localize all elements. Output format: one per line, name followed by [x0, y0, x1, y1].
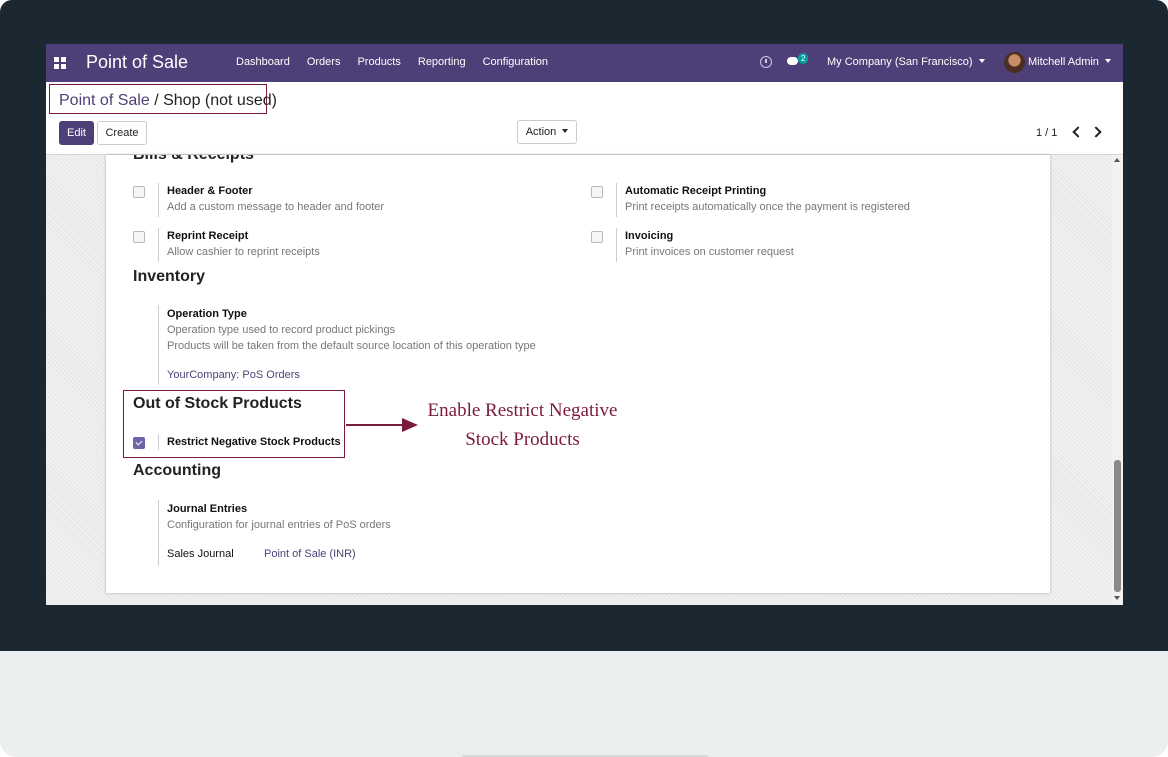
journal-entries-desc: Configuration for journal entries of PoS…	[167, 519, 391, 531]
user-avatar[interactable]	[1004, 52, 1025, 73]
messages-icon[interactable]	[787, 57, 798, 65]
edit-button[interactable]: Edit	[59, 121, 94, 145]
main-menu: Dashboard Orders Products Reporting Conf…	[236, 56, 548, 68]
operation-type-label: Operation Type	[167, 308, 247, 320]
out-of-stock-highlight-box	[123, 390, 345, 458]
menu-configuration[interactable]: Configuration	[483, 56, 548, 68]
setting-divider	[158, 228, 159, 262]
annotation-arrow-head-icon	[402, 418, 418, 432]
caret-down-icon	[562, 129, 569, 133]
monitor-stand	[0, 651, 1168, 757]
section-title-bills: Bills & Receipts	[133, 155, 254, 164]
operation-type-desc-2: Products will be taken from the default …	[167, 340, 536, 352]
scroll-down-arrow-icon[interactable]	[1114, 596, 1120, 600]
annotation-line-1: Enable Restrict Negative	[427, 400, 618, 421]
breadcrumb-separator: /	[154, 92, 159, 109]
vertical-scrollbar[interactable]	[1112, 155, 1123, 605]
control-panel: Point of Sale / Shop (not used) Edit Cre…	[46, 82, 1123, 155]
invoicing-label: Invoicing	[625, 230, 674, 242]
setting-divider	[616, 228, 617, 262]
setting-divider	[158, 500, 159, 566]
annotation-line-2: Stock Products	[465, 429, 580, 450]
scroll-up-arrow-icon[interactable]	[1114, 158, 1120, 162]
user-menu[interactable]: Mitchell Admin	[1028, 56, 1111, 68]
menu-dashboard[interactable]: Dashboard	[236, 56, 290, 68]
menu-products[interactable]: Products	[357, 56, 400, 68]
action-dropdown[interactable]: Action	[517, 120, 577, 144]
setting-divider	[158, 305, 159, 385]
user-name: Mitchell Admin	[1028, 56, 1099, 68]
reprint-checkbox[interactable]	[133, 231, 145, 243]
operation-type-link[interactable]: YourCompany: PoS Orders	[167, 369, 300, 381]
section-title-inventory: Inventory	[133, 268, 206, 285]
breadcrumb-parent[interactable]: Point of Sale	[59, 92, 150, 109]
header-footer-checkbox[interactable]	[133, 186, 145, 198]
reprint-desc: Allow cashier to reprint receipts	[167, 246, 320, 258]
menu-reporting[interactable]: Reporting	[418, 56, 466, 68]
top-navbar: Point of Sale Dashboard Orders Products …	[46, 44, 1123, 82]
screen: Point of Sale Dashboard Orders Products …	[46, 44, 1123, 605]
setting-divider	[158, 183, 159, 217]
company-name: My Company (San Francisco)	[827, 56, 973, 68]
sales-journal-link[interactable]: Point of Sale (INR)	[264, 548, 356, 560]
auto-print-desc: Print receipts automatically once the pa…	[625, 201, 910, 213]
messages-badge: 2	[798, 53, 809, 64]
action-label: Action	[525, 126, 557, 138]
pager-value[interactable]: 1 / 1	[1036, 127, 1057, 139]
auto-print-label: Automatic Receipt Printing	[625, 185, 767, 197]
caret-down-icon	[1104, 59, 1111, 63]
section-title-accounting: Accounting	[133, 462, 221, 479]
chevron-left-icon[interactable]	[1072, 126, 1084, 138]
journal-entries-label: Journal Entries	[167, 503, 248, 515]
header-footer-desc: Add a custom message to header and foote…	[167, 201, 385, 213]
sales-journal-label: Sales Journal	[167, 548, 234, 560]
app-brand[interactable]: Point of Sale	[86, 52, 188, 73]
create-button[interactable]: Create	[97, 121, 147, 145]
invoicing-checkbox[interactable]	[591, 231, 603, 243]
menu-orders[interactable]: Orders	[307, 56, 341, 68]
auto-print-checkbox[interactable]	[591, 186, 603, 198]
header-footer-label: Header & Footer	[167, 185, 253, 197]
breadcrumb: Point of Sale / Shop (not used)	[59, 92, 277, 110]
form-sheet: Bills & Receipts Header & Footer Add a c…	[106, 155, 1050, 593]
setting-divider	[616, 183, 617, 217]
reprint-label: Reprint Receipt	[167, 230, 249, 242]
company-switcher[interactable]: My Company (San Francisco)	[827, 56, 985, 68]
activity-clock-icon[interactable]	[760, 56, 772, 68]
operation-type-desc: Operation type used to record product pi…	[167, 324, 396, 336]
apps-menu-icon[interactable]	[54, 57, 66, 69]
invoicing-desc: Print invoices on customer request	[625, 246, 794, 258]
breadcrumb-current: Shop (not used)	[163, 92, 277, 109]
scrollbar-thumb[interactable]	[1114, 460, 1121, 592]
annotation-text: Enable Restrict Negative Stock Products	[420, 396, 625, 454]
caret-down-icon	[978, 59, 985, 63]
form-view: Bills & Receipts Header & Footer Add a c…	[46, 155, 1123, 605]
annotation-arrow-line	[346, 424, 404, 426]
chevron-right-icon[interactable]	[1090, 126, 1102, 138]
